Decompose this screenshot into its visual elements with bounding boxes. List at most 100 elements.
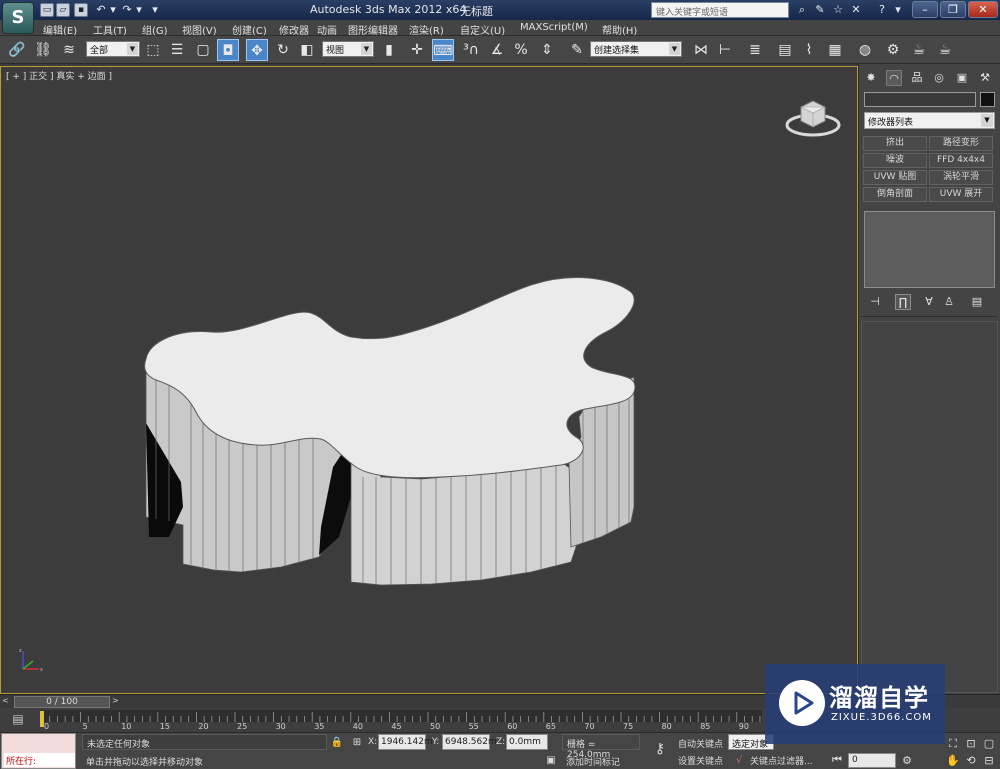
restore-button[interactable]: ❐ [940,1,966,18]
save-icon[interactable]: ▪ [74,3,88,17]
select-and-rotate-icon[interactable]: ↻ [272,39,294,61]
unlink-icon[interactable]: ⛓ [32,39,54,61]
select-and-manipulate-icon[interactable]: ✛ [406,39,428,61]
zoom-extents-all-icon[interactable]: ⛶ [946,737,960,751]
menu-maxscript[interactable]: MAXScript(M) [520,22,588,33]
next-frame-icon[interactable]: > [112,696,122,707]
menu-rendering[interactable]: 渲染(R) [409,22,444,37]
scene-canvas[interactable] [1,67,858,694]
z-coord-field[interactable]: 0.0mm [506,734,548,750]
menu-create[interactable]: 创建(C) [232,22,267,37]
motion-tab-icon[interactable]: ◎ [931,70,947,86]
select-object-icon[interactable]: ⬚ [142,39,164,61]
selection-filter-dropdown[interactable]: 全部 ▼ [86,41,140,57]
star-icon[interactable]: ☆ [831,3,845,17]
menu-modifiers[interactable]: 修改器 [279,22,309,37]
add-time-tag-button[interactable]: 添加时间标记 [562,753,640,769]
menu-tools[interactable]: 工具(T) [93,22,127,37]
schematic-view-icon[interactable]: ▦ [824,39,846,61]
goto-start-icon[interactable]: ⏮ [830,753,844,767]
menu-edit[interactable]: 编辑(E) [43,22,77,37]
bind-space-warp-icon[interactable]: ≋ [58,39,80,61]
remove-modifier-icon[interactable]: ♙ [941,294,957,310]
window-crossing-icon[interactable]: ◘ [217,39,239,61]
help-dropdown-icon[interactable]: ▾ [891,3,905,17]
orbit-icon[interactable]: ⟲ [964,754,978,768]
named-selection-dropdown[interactable]: 创建选择集 ▼ [590,41,682,57]
open-file-icon[interactable]: ▱ [56,3,70,17]
new-file-icon[interactable]: ▭ [40,3,54,17]
modifier-unwrap-uvw-button[interactable]: UVW 展开 [929,187,993,202]
show-end-result-icon[interactable]: ∏ [895,294,911,310]
make-unique-icon[interactable]: ∀ [921,294,937,310]
viewcube-icon[interactable] [783,93,843,139]
wrench-icon[interactable]: ✎ [813,3,827,17]
maximize-viewport-icon[interactable]: ▢ [982,737,996,751]
modifier-uvw-map-button[interactable]: UVW 贴图 [863,170,927,185]
reference-coordinate-dropdown[interactable]: 视图 ▼ [322,41,374,57]
isolate-selection-icon[interactable]: ▣ [544,754,558,768]
object-color-swatch[interactable] [980,92,995,107]
hierarchy-tab-icon[interactable]: 品 [909,70,925,86]
modifier-stack-view[interactable] [864,211,995,288]
extruded-shape-object[interactable] [144,277,636,586]
menu-customize[interactable]: 自定义(U) [460,22,505,37]
menu-animation[interactable]: 动画 [317,22,337,37]
mirror-icon[interactable]: ⋈ [690,39,712,61]
current-frame-field[interactable]: 0 [848,753,896,768]
undo-dropdown-icon[interactable]: ▾ [106,3,120,17]
select-by-name-icon[interactable]: ☰ [166,39,188,61]
open-mini-curve-editor-icon[interactable]: ▤ [8,712,28,728]
key-filters-button[interactable]: 关键点过滤器... [750,754,813,767]
modifier-path-deform-button[interactable]: 路径变形 [929,136,993,151]
edit-named-selection-icon[interactable]: ✎ [566,39,588,61]
rendered-frame-icon[interactable]: ☕ [908,39,930,61]
lock-selection-icon[interactable]: 🔒 [330,736,344,750]
render-production-icon[interactable]: ☕ [934,39,956,61]
help-icon[interactable]: ? [875,3,889,17]
pin-stack-icon[interactable]: ⊣ [867,294,883,310]
field-of-view-icon[interactable]: ⊟ [982,754,996,768]
render-setup-icon[interactable]: ⚙ [882,39,904,61]
select-and-move-icon[interactable]: ✥ [246,39,268,61]
close-button[interactable]: ✕ [968,1,998,18]
zoom-all-icon[interactable]: ⊡ [964,737,978,751]
quick-access-menu-icon[interactable]: ▾ [148,3,162,17]
spinner-snap-icon[interactable]: ⇕ [536,39,558,61]
pivot-center-icon[interactable]: ▮ [378,39,400,61]
display-tab-icon[interactable]: ▣ [954,70,970,86]
perspective-viewport[interactable]: [ + ] 正交 ] 真实 + 边面 ] z x [0,66,858,694]
angle-snap-icon[interactable]: ∡ [486,39,508,61]
layer-manager-icon[interactable]: ≣ [744,39,766,61]
absolute-mode-icon[interactable]: ⊞ [350,736,364,750]
key-icon[interactable]: ⚷ [648,741,672,759]
configure-modifier-sets-icon[interactable]: ▤ [969,294,985,310]
modify-tab-icon[interactable]: ◠ [886,70,902,86]
time-configuration-icon[interactable]: ⚙ [900,754,914,768]
modifier-noise-button[interactable]: 噪波 [863,153,927,168]
minimize-button[interactable]: – [912,1,938,18]
maxscript-listener[interactable]: 所在行: [1,733,76,769]
set-key-curve-icon[interactable]: √ [732,754,746,768]
link-icon[interactable]: 🔗 [6,39,28,61]
y-coord-field[interactable]: 6948.562m [442,734,497,750]
modifier-extrude-button[interactable]: 挤出 [863,136,927,151]
material-editor-icon[interactable]: ◍ [854,39,876,61]
align-icon[interactable]: ⊢ [714,39,736,61]
keyboard-shortcut-override-icon[interactable]: ⌨ [432,39,454,61]
menu-help[interactable]: 帮助(H) [602,22,637,37]
menu-group[interactable]: 组(G) [142,22,168,37]
rectangular-selection-icon[interactable]: ▢ [192,39,214,61]
menu-graph-editors[interactable]: 图形编辑器 [348,22,398,37]
previous-frame-icon[interactable]: < [2,696,12,707]
search-input[interactable]: 键入关键字或短语 [651,2,789,18]
app-logo-icon[interactable]: S [2,2,34,34]
track-ruler[interactable]: 0 5 10 15 20 25 30 35 40 45 50 55 60 65 70 75 80 85 90 [40,710,762,730]
select-and-scale-icon[interactable]: ◧ [296,39,318,61]
x-coord-field[interactable]: 1946.142m [378,734,433,750]
time-slider-thumb[interactable]: 0 / 100 [14,696,110,708]
cross-icon[interactable]: ✕ [849,3,863,17]
binoculars-icon[interactable]: ⌕ [795,3,809,17]
snaps-toggle-icon[interactable]: ³∩ [460,39,482,61]
pan-view-icon[interactable]: ✋ [946,754,960,768]
